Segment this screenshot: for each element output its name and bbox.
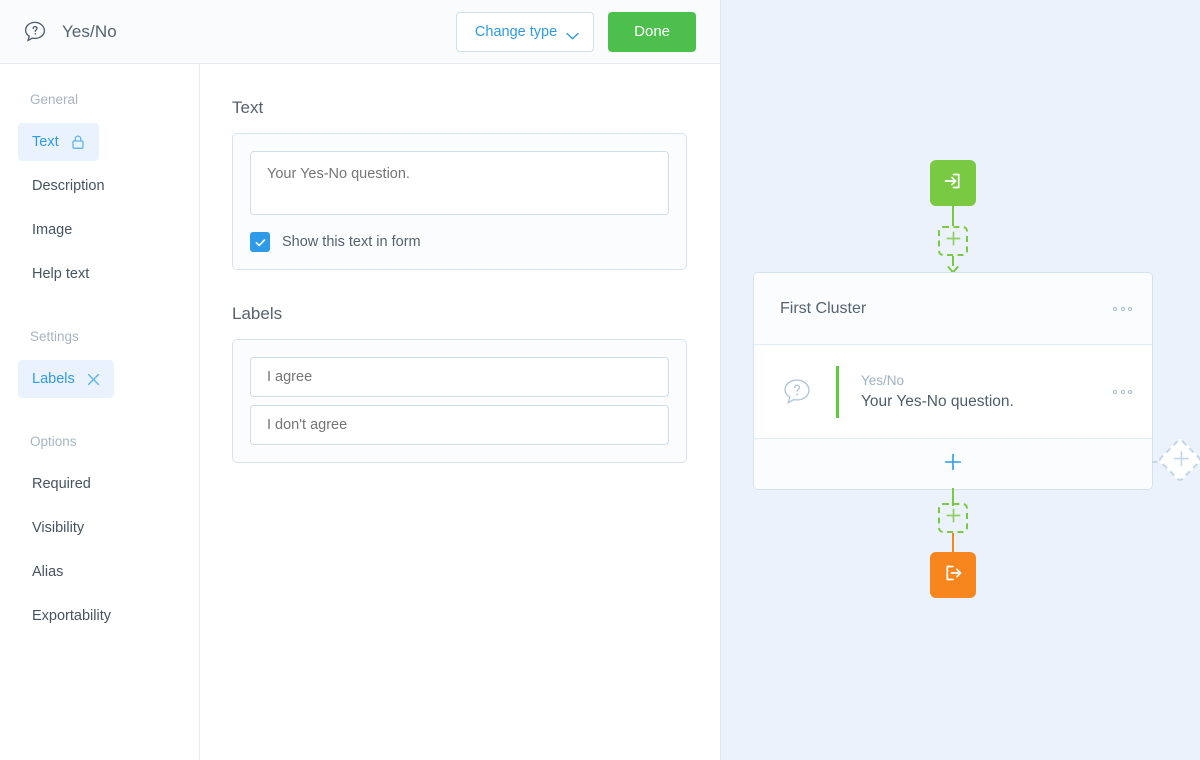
sidebar-item-help-text[interactable]: Help text [18, 255, 103, 293]
sidebar-item-required[interactable]: Required [18, 465, 105, 503]
sidebar-item-label: Image [32, 222, 73, 238]
editor-header: Yes/No Change type Done [0, 0, 720, 64]
cluster-title: First Cluster [780, 299, 867, 317]
sidebar-group-label-general: General [30, 92, 79, 107]
question-type-bar [836, 365, 839, 418]
question-text-block: Yes/No Your Yes-No question. [861, 373, 1014, 411]
question-menu-ellipsis-icon[interactable] [1113, 389, 1132, 394]
app-root: Yes/No Change type Done General Text Des… [0, 0, 1200, 760]
sidebar-item-exportability[interactable]: Exportability [18, 597, 125, 635]
sidebar-item-visibility[interactable]: Visibility [18, 509, 98, 547]
lock-icon [71, 134, 85, 150]
change-type-label: Change type [474, 23, 558, 40]
show-text-in-form-label: Show this text in form [282, 234, 421, 250]
text-section-card: Show this text in form [232, 133, 687, 270]
settings-main: Text Show this text in form Labels [200, 64, 720, 760]
sidebar-group-label-settings: Settings [30, 329, 79, 344]
sidebar-item-label: Text [32, 134, 59, 150]
question-bubble-icon [780, 375, 814, 409]
question-type-label: Yes/No [861, 372, 905, 388]
sidebar-item-description[interactable]: Description [18, 167, 119, 205]
sidebar-item-label: Visibility [32, 520, 85, 536]
sidebar-item-label: Help text [32, 266, 90, 282]
sidebar-item-alias[interactable]: Alias [18, 553, 77, 591]
flow-add-node-bottom[interactable] [938, 503, 968, 533]
text-section-title: Text [232, 98, 264, 117]
sidebar-group-label-options: Options [30, 434, 77, 449]
done-button[interactable]: Done [608, 11, 696, 52]
sidebar-item-image[interactable]: Image [18, 211, 86, 249]
labels-section-card [232, 339, 687, 463]
question-title-label: Your Yes-No question. [861, 392, 1014, 410]
cluster-question-row[interactable]: Yes/No Your Yes-No question. [754, 345, 1152, 439]
sidebar-item-text[interactable]: Text [18, 123, 99, 161]
show-text-in-form-row[interactable]: Show this text in form [250, 232, 669, 252]
flow-pane: First Cluster Yes/No Your Yes-No questio… [720, 0, 1200, 760]
sidebar-group-settings: Settings Labels [0, 329, 199, 404]
question-bubble-icon [22, 19, 48, 45]
cluster-menu-ellipsis-icon[interactable] [1113, 306, 1132, 311]
page-title: Yes/No [62, 21, 117, 41]
flow-cluster-card: First Cluster Yes/No Your Yes-No questio… [753, 272, 1153, 490]
header-actions: Change type Done [455, 11, 696, 52]
sidebar-item-labels[interactable]: Labels [18, 360, 114, 398]
sidebar-item-label: Labels [32, 371, 75, 387]
cluster-add-question-button[interactable] [754, 439, 1152, 489]
flow-end-node[interactable] [930, 552, 976, 598]
label-input-yes[interactable] [250, 357, 669, 397]
sidebar-group-options: Options Required Visibility Alias Export… [0, 434, 199, 641]
sidebar-item-label: Description [32, 178, 105, 194]
editor-pane: Yes/No Change type Done General Text Des… [0, 0, 720, 760]
flow-add-node-top[interactable] [938, 226, 968, 256]
question-text-input[interactable] [250, 151, 669, 215]
close-icon[interactable] [87, 373, 100, 386]
settings-sidebar: General Text Description Image Help text… [0, 64, 200, 760]
show-text-in-form-checkbox[interactable] [250, 232, 270, 252]
sidebar-item-label: Required [32, 476, 91, 492]
labels-section-title: Labels [232, 304, 283, 323]
sidebar-item-label: Alias [32, 564, 64, 580]
change-type-button[interactable]: Change type [455, 11, 595, 52]
flow-connector-add-to-end [952, 533, 954, 553]
plus-icon [1166, 446, 1195, 475]
enter-arrow-icon [940, 168, 966, 199]
cluster-header: First Cluster [754, 273, 1152, 345]
exit-arrow-icon [940, 560, 966, 591]
flow-arrowhead-down [947, 262, 959, 274]
plus-icon [945, 507, 962, 529]
sidebar-item-label: Exportability [32, 608, 111, 624]
chevron-down-icon [566, 28, 579, 39]
editor-body: General Text Description Image Help text… [0, 64, 720, 760]
sidebar-group-general: General Text Description Image Help text [0, 92, 199, 299]
flow-start-node[interactable] [930, 160, 976, 206]
plus-icon [943, 452, 963, 477]
flow-connector-start-to-add [952, 206, 954, 226]
label-input-no[interactable] [250, 405, 669, 445]
plus-icon [945, 230, 962, 252]
